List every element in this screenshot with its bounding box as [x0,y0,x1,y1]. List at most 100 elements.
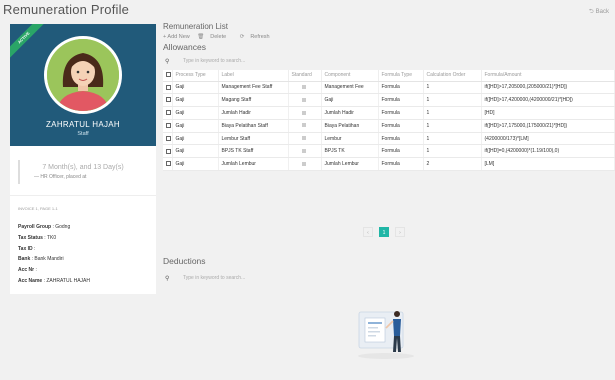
standard-checkbox [301,97,306,102]
allowances-table: Process Type Label Standard Component Fo… [163,70,615,172]
cell-formula-amount: [LM] [481,157,615,172]
select-all-checkbox[interactable] [163,70,173,82]
toolbar: + Add New 🗑 Delete ⟳ Refresh [163,34,615,40]
deductions-search-input[interactable]: Type in keyword to search... [183,275,245,281]
profile-panel: ACTIVE ZAHRATUL HAJAH Staff 7 Month(s), … [10,24,156,294]
cell-formula-type: Formula [378,144,424,159]
col-label[interactable]: Label [218,70,289,82]
cell-standard [288,157,322,172]
next-page-button[interactable]: › [395,227,405,237]
col-formula-amount[interactable]: Formula/Amount [481,70,615,82]
cell-calculation-order: 1 [423,119,482,133]
table-row[interactable]: Gaji BPJS TK Staff BPJS TK Formula 1 if(… [163,144,615,159]
cell-label: Jumlah Hadir [218,106,289,120]
tenure-subtext: — HR Officer, placed at [34,174,87,180]
cell-formula-amount: if([HD]>17,205000,(205000/21)*[HD]) [481,81,615,95]
prev-page-button[interactable]: ‹ [363,227,373,237]
row-checkbox[interactable] [163,106,173,120]
col-calculation-order[interactable]: Calculation Order [423,70,482,82]
table-row[interactable]: Gaji Management Fee Staff Management Fee… [163,81,615,95]
table-row[interactable]: Gaji Jumlah Lembur Jumlah Lembur Formula… [163,157,615,172]
tenure-text: 7 Month(s), and 13 Day(s) [42,164,124,171]
cell-formula-type: Formula [378,119,424,133]
cell-process-type: Gaji [172,132,219,146]
table-row[interactable]: Gaji Magang Staff Gaji Formula 1 if([HD]… [163,93,615,108]
table-row[interactable]: Gaji Jumlah Hadir Jumlah Hadir Formula 1… [163,106,615,120]
cell-process-type: Gaji [172,81,219,95]
cell-process-type: Gaji [172,119,219,133]
field-acc-nr: Acc Nr : [18,267,37,274]
refresh-icon: ⟳ [239,34,245,40]
field-payroll-group: Payroll Group : Godng [18,224,71,230]
standard-checkbox [301,123,306,128]
cell-calculation-order: 2 [423,157,482,172]
cell-component: Gaji [321,93,379,108]
cell-component: Jumlah Hadir [321,106,379,120]
deductions-search[interactable]: ⚲ Type in keyword to search... [163,272,245,284]
remuneration-main: Remuneration List + Add New 🗑 Delete ⟳ Ref… [163,22,615,359]
cell-formula-amount: if([HD]>17,175000,(175000/21)*[HD]) [481,119,615,133]
cell-calculation-order: 1 [423,144,482,159]
cell-process-type: Gaji [172,144,219,159]
search-icon: ⚲ [165,275,170,282]
row-checkbox[interactable] [163,132,173,146]
standard-checkbox [301,161,306,166]
row-checkbox[interactable] [163,157,173,172]
deductions-title: Deductions [163,256,206,266]
row-checkbox[interactable] [163,93,173,108]
search-icon: ⚲ [165,58,170,65]
pagination: ‹ 1 › [363,227,405,237]
cell-standard [288,144,322,159]
remuneration-list-title: Remuneration List [163,22,228,31]
page-1-button[interactable]: 1 [379,227,389,237]
table-header: Process Type Label Standard Component Fo… [163,70,615,82]
cell-component: Biaya Pelatihan [321,119,379,133]
cell-formula-type: Formula [378,132,424,146]
cell-component: Lembur [321,132,379,146]
row-checkbox[interactable] [163,119,173,133]
cell-standard [288,119,322,133]
field-tax-id: Tax ID : [18,245,36,252]
payroll-info: INVOICE 1, PAGE 1-1 Payroll Group : Godn… [10,196,156,294]
add-new-button[interactable]: + Add New [163,34,190,40]
row-checkbox[interactable] [163,144,173,159]
standard-checkbox [301,85,306,90]
refresh-button[interactable]: ⟳ Refresh [240,34,276,40]
cell-label: Magang Staff [218,93,289,108]
cell-label: Management Fee Staff [218,81,289,95]
standard-checkbox [301,136,306,141]
col-process-type[interactable]: Process Type [172,70,219,82]
table-row[interactable]: Gaji Biaya Pelatihan Staff Biaya Pelatih… [163,119,615,133]
standard-checkbox [301,110,306,115]
page-title: Remuneration Profile [3,2,130,17]
allowances-search[interactable]: ⚲ Type in keyword to search... [163,55,615,67]
cell-calculation-order: 1 [423,132,482,146]
allowances-title: Allowances [163,42,206,52]
cell-label: Jumlah Lembur [218,157,289,172]
employee-role: Staff [77,131,89,137]
col-component[interactable]: Component [321,70,379,82]
cell-formula-type: Formula [378,157,424,172]
avatar [44,36,122,114]
back-button[interactable]: ⮌ Back [589,7,611,17]
cell-standard [288,81,322,95]
delete-button[interactable]: 🗑 Delete [197,34,232,40]
tenure-box: 7 Month(s), and 13 Day(s) — HR Officer, … [10,146,156,196]
back-arrow-icon: ⮌ [588,9,594,15]
field-acc-name: Acc Name : ZAHRATUL HAJAH [18,277,90,284]
col-formula-type[interactable]: Formula Type [378,70,424,82]
profile-card: ACTIVE ZAHRATUL HAJAH Staff [10,24,156,146]
cell-formula-amount: if([HD]=0,(4200000)*(1.19/100),0) [481,144,615,159]
field-tax-status: Tax Status : TK0 [18,234,57,241]
cell-calculation-order: 1 [423,93,482,108]
table-row[interactable]: Gaji Lembur Staff Lembur Formula 1 (4200… [163,132,615,146]
col-standard[interactable]: Standard [288,70,322,82]
cell-standard [288,132,322,146]
cell-standard [288,93,322,108]
cell-label: BPJS TK Staff [218,144,289,159]
info-hint: INVOICE 1, PAGE 1-1 [18,206,58,211]
row-checkbox[interactable] [163,81,173,95]
allowances-search-input[interactable]: Type in keyword to search... [183,58,245,64]
cell-process-type: Gaji [172,157,219,172]
cell-process-type: Gaji [172,106,219,120]
